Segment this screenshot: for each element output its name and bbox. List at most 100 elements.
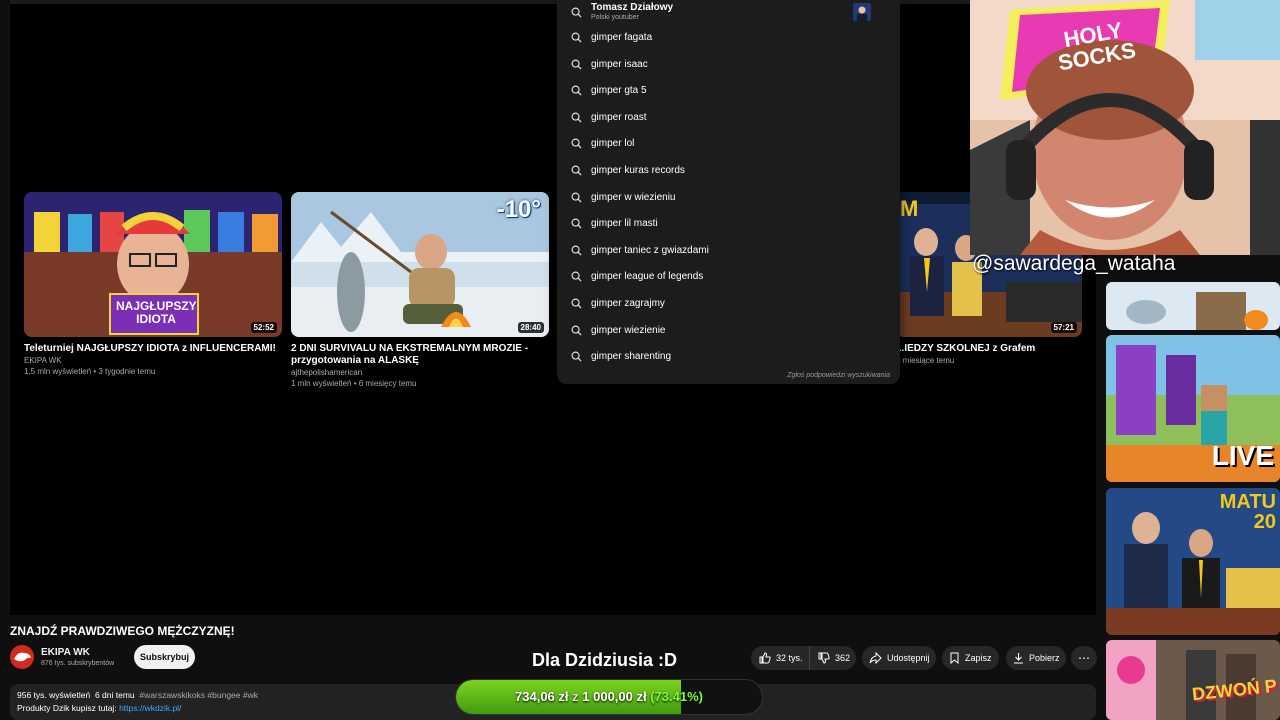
download-button[interactable]: Pobierz (1006, 646, 1066, 670)
donation-goal-bar: 734,06 zł z 1 000,00 zł (73.41%) (455, 679, 763, 715)
suggestion-text: gimper isaac (591, 58, 648, 70)
share-icon (869, 652, 882, 664)
suggestion-top-channel[interactable]: Tomasz Działowy Polski youtuber (557, 0, 900, 26)
thumbnail[interactable]: -10° 28:40 (291, 192, 549, 337)
share-label: Udostępnij (887, 653, 930, 663)
duration-badge: 28:40 (517, 322, 544, 333)
search-suggestion[interactable]: gimper roast (557, 105, 900, 131)
search-suggestion[interactable]: gimper w wiezieniu (557, 185, 900, 211)
suggestion-text: gimper sharenting (591, 351, 672, 363)
description-line: Produkty Dzik kupisz tutaj: (17, 703, 117, 713)
webcam-handle: @sawardega_wataha (972, 252, 1176, 275)
card-title[interactable]: Teleturniej NAJGŁUPSZY IDIOTA z INFLUENC… (24, 343, 282, 355)
search-icon (571, 245, 582, 256)
thumbnail[interactable]: NAJGŁUPSZY IDIOTA 52:52 (24, 192, 282, 337)
thumb-down-icon (818, 652, 830, 664)
view-count: 956 tys. wyświetleń (17, 690, 91, 700)
more-actions-button[interactable]: ⋯ (1071, 646, 1097, 670)
suggestion-text: gimper zagrajmy (591, 298, 665, 309)
video-title: ZNAJDŹ PRAWDZIWEGO MĘŻCZYZNĘ! (10, 624, 235, 638)
end-screen-card-2[interactable]: -10° 28:40 2 DNI SURVIVALU NA EKSTREMALN… (291, 192, 549, 389)
card-meta: 3 miesiące temu (896, 356, 955, 365)
description-stats: 956 tys. wyświetleń 6 dni temu #warszaws… (17, 690, 258, 700)
sidebar-thumb-2[interactable]: LIVE (1106, 335, 1280, 482)
search-suggestion[interactable]: gimper isaac (557, 52, 900, 78)
like-count: 32 tys. (776, 653, 803, 663)
suggestion-text: gimper fagata (591, 32, 653, 43)
donation-of: z (572, 689, 579, 704)
search-icon (571, 298, 582, 309)
hashtags[interactable]: #warszawskikoks #bungee #wk (139, 690, 258, 700)
download-icon (1014, 653, 1023, 664)
share-button[interactable]: Udostępnij (862, 646, 936, 670)
subscribe-button[interactable]: Subskrybuj (134, 645, 195, 669)
channel-description: Polski youtuber (591, 14, 639, 21)
search-icon (571, 271, 582, 282)
stream-overlay-caption: Dla Dzidziusia :D (532, 650, 678, 670)
thumbnail-text: -10° (496, 196, 541, 223)
search-icon (571, 192, 582, 203)
search-suggestion[interactable]: gimper zagrajmy (557, 291, 900, 317)
card-title[interactable]: ...IEDZY SZKOLNEJ z Grafem (896, 343, 1082, 355)
duration-badge: 57:21 (1050, 322, 1077, 333)
end-screen-card-1[interactable]: NAJGŁUPSZY IDIOTA 52:52 Teleturniej NAJG… (24, 192, 282, 377)
search-icon (571, 112, 582, 123)
search-icon (571, 138, 582, 149)
save-button[interactable]: Zapisz (942, 646, 999, 670)
suggestion-text: gimper gta 5 (591, 85, 647, 97)
thumb-up-icon (759, 652, 771, 664)
sidebar-thumb-4[interactable]: DZWOŃ P (1106, 640, 1280, 720)
live-caption: LIVE (1211, 440, 1274, 471)
webcam-overlay: HOLY SOCKS (970, 0, 1280, 255)
thumbnail-text: NAJGŁUPSZY IDIOTA (116, 299, 197, 326)
save-label: Zapisz (965, 653, 992, 663)
search-icon (571, 165, 582, 176)
search-suggestion[interactable]: gimper wiezienie (557, 318, 900, 344)
suggestion-text: gimper league of legends (591, 271, 704, 283)
search-suggestion[interactable]: gimper league of legends (557, 264, 900, 290)
description-link[interactable]: https://wkdzik.pl/ (119, 703, 181, 713)
video-player[interactable]: NAJGŁUPSZY IDIOTA 52:52 Teleturniej NAJG… (10, 0, 1096, 615)
sidebar-thumb-3[interactable]: MATU 20 (1106, 488, 1280, 635)
suggestion-text: gimper taniec z gwiazdami (591, 244, 709, 256)
search-icon (571, 59, 582, 70)
donation-goal: 1 000,00 zł (582, 689, 647, 704)
card-title[interactable]: 2 DNI SURVIVALU NA EKSTREMALNYM MROZIE -… (291, 343, 549, 367)
suggestion-text: gimper w wiezieniu (591, 191, 676, 203)
search-suggestion[interactable]: gimper sharenting (557, 344, 900, 370)
suggestion-text: gimper wiezienie (591, 324, 666, 336)
sidebar-thumb-1[interactable] (1106, 282, 1280, 330)
thumbnail-text: M (900, 196, 919, 221)
card-meta: 1,5 mln wyświetleń • 3 tygodnie temu (24, 367, 156, 376)
donation-goal-label: 734,06 zł z 1 000,00 zł (73.41%) (456, 680, 762, 714)
search-icon (571, 325, 582, 336)
upload-date: 6 dni temu (94, 690, 135, 700)
description-text: Produkty Dzik kupisz tutaj: https://wkdz… (17, 703, 181, 713)
search-icon (571, 351, 582, 362)
search-icon (571, 32, 582, 43)
search-suggestion[interactable]: gimper fagata (557, 25, 900, 51)
search-suggestion[interactable]: gimper gta 5 (557, 78, 900, 104)
suggestion-text: gimper kuras records (591, 165, 685, 176)
channel-name: Tomasz Działowy (591, 2, 674, 13)
search-suggestion[interactable]: gimper taniec z gwiazdami (557, 238, 900, 264)
search-suggestion[interactable]: gimper kuras records (557, 158, 900, 184)
search-icon (571, 218, 582, 229)
report-suggestions-link[interactable]: Zgłoś podpowiedzi wyszukiwania (787, 372, 890, 379)
channel-name[interactable]: EKIPA WK (41, 647, 90, 658)
donation-amount: 734,06 zł (515, 689, 569, 704)
bookmark-icon (950, 652, 959, 664)
search-suggestion[interactable]: gimper lil masti (557, 211, 900, 237)
search-suggestion[interactable]: gimper lol (557, 131, 900, 157)
like-button[interactable]: 32 tys. (751, 646, 809, 670)
donation-percent: (73.41%) (650, 689, 703, 704)
search-suggestions-dropdown: Tomasz Działowy Polski youtuber gimper f… (557, 0, 900, 384)
card-channel[interactable]: EKIPA WK (24, 355, 282, 366)
channel-avatar[interactable] (10, 645, 34, 669)
suggestion-text: gimper lil masti (591, 218, 658, 230)
card-meta: 1 mln wyświetleń • 6 miesięcy temu (291, 379, 417, 388)
thumb-caption: MATU 20 (1219, 491, 1276, 533)
card-channel[interactable]: ajthepolishamerican (291, 367, 549, 378)
dislike-button[interactable]: 362 (809, 646, 856, 670)
search-icon (571, 85, 582, 96)
